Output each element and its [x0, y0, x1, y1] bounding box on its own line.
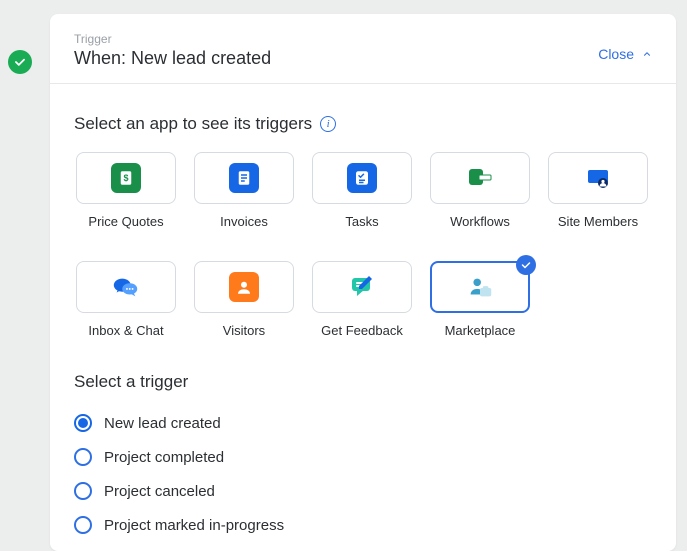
panel-titles: Trigger When: New lead created	[74, 32, 271, 69]
trigger-option-project-canceled[interactable]: Project canceled	[74, 482, 652, 500]
trigger-label: Project canceled	[104, 483, 215, 500]
app-tile-visitors[interactable]	[194, 261, 294, 313]
close-button[interactable]: Close	[598, 46, 652, 62]
inbox-chat-icon	[111, 272, 141, 302]
app-label: Tasks	[345, 214, 378, 229]
check-icon	[13, 55, 27, 69]
app-label: Inbox & Chat	[88, 323, 163, 338]
app-price-quotes: $ Price Quotes	[74, 152, 178, 247]
app-tile-marketplace[interactable]	[430, 261, 530, 313]
tasks-icon	[347, 163, 377, 193]
trigger-panel: Trigger When: New lead created Close Sel…	[50, 14, 676, 551]
panel-eyebrow: Trigger	[74, 32, 271, 46]
trigger-label: Project marked in-progress	[104, 517, 284, 534]
close-label: Close	[598, 46, 634, 62]
app-visitors: Visitors	[192, 261, 296, 356]
app-tile-price-quotes[interactable]: $	[76, 152, 176, 204]
radio-icon	[74, 414, 92, 432]
app-workflows: Workflows	[428, 152, 532, 247]
app-label: Invoices	[220, 214, 268, 229]
app-label: Visitors	[223, 323, 265, 338]
trigger-option-new-lead[interactable]: New lead created	[74, 414, 652, 432]
invoices-icon	[229, 163, 259, 193]
panel-title: When: New lead created	[74, 48, 271, 69]
trigger-label: Project completed	[104, 449, 224, 466]
app-label: Marketplace	[445, 323, 516, 338]
app-tile-tasks[interactable]	[312, 152, 412, 204]
trigger-option-project-completed[interactable]: Project completed	[74, 448, 652, 466]
app-label: Site Members	[558, 214, 638, 229]
app-tile-site-members[interactable]	[548, 152, 648, 204]
info-icon[interactable]: i	[320, 116, 336, 132]
panel-body: Select an app to see its triggers i $ Pr…	[50, 84, 676, 534]
radio-icon	[74, 482, 92, 500]
app-site-members: Site Members	[546, 152, 650, 247]
app-invoices: Invoices	[192, 152, 296, 247]
automation-builder-step: Trigger When: New lead created Close Sel…	[0, 0, 687, 551]
app-tasks: Tasks	[310, 152, 414, 247]
app-label: Price Quotes	[88, 214, 163, 229]
radio-icon	[74, 516, 92, 534]
app-label: Workflows	[450, 214, 510, 229]
get-feedback-icon	[347, 272, 377, 302]
site-members-icon	[583, 163, 613, 193]
workflows-icon	[465, 163, 495, 193]
marketplace-icon	[465, 272, 495, 302]
apps-section-title: Select an app to see its triggers i	[74, 114, 336, 134]
visitors-icon	[229, 272, 259, 302]
apps-grid: $ Price Quotes Invoices	[74, 152, 652, 356]
radio-icon	[74, 448, 92, 466]
trigger-label: New lead created	[104, 415, 221, 432]
app-tile-invoices[interactable]	[194, 152, 294, 204]
app-get-feedback: Get Feedback	[310, 261, 414, 356]
app-tile-inbox-chat[interactable]	[76, 261, 176, 313]
app-marketplace: Marketplace	[428, 261, 532, 356]
svg-text:$: $	[123, 173, 128, 183]
app-tile-get-feedback[interactable]	[312, 261, 412, 313]
trigger-list: New lead created Project completed Proje…	[74, 414, 652, 534]
price-quotes-icon: $	[111, 163, 141, 193]
triggers-section-title: Select a trigger	[74, 372, 652, 392]
step-complete-badge	[8, 50, 32, 74]
app-tile-workflows[interactable]	[430, 152, 530, 204]
app-label: Get Feedback	[321, 323, 403, 338]
selected-check-icon	[516, 255, 536, 275]
panel-header: Trigger When: New lead created Close	[50, 14, 676, 84]
trigger-option-project-in-progress[interactable]: Project marked in-progress	[74, 516, 652, 534]
chevron-up-icon	[642, 49, 652, 59]
app-inbox-chat: Inbox & Chat	[74, 261, 178, 356]
